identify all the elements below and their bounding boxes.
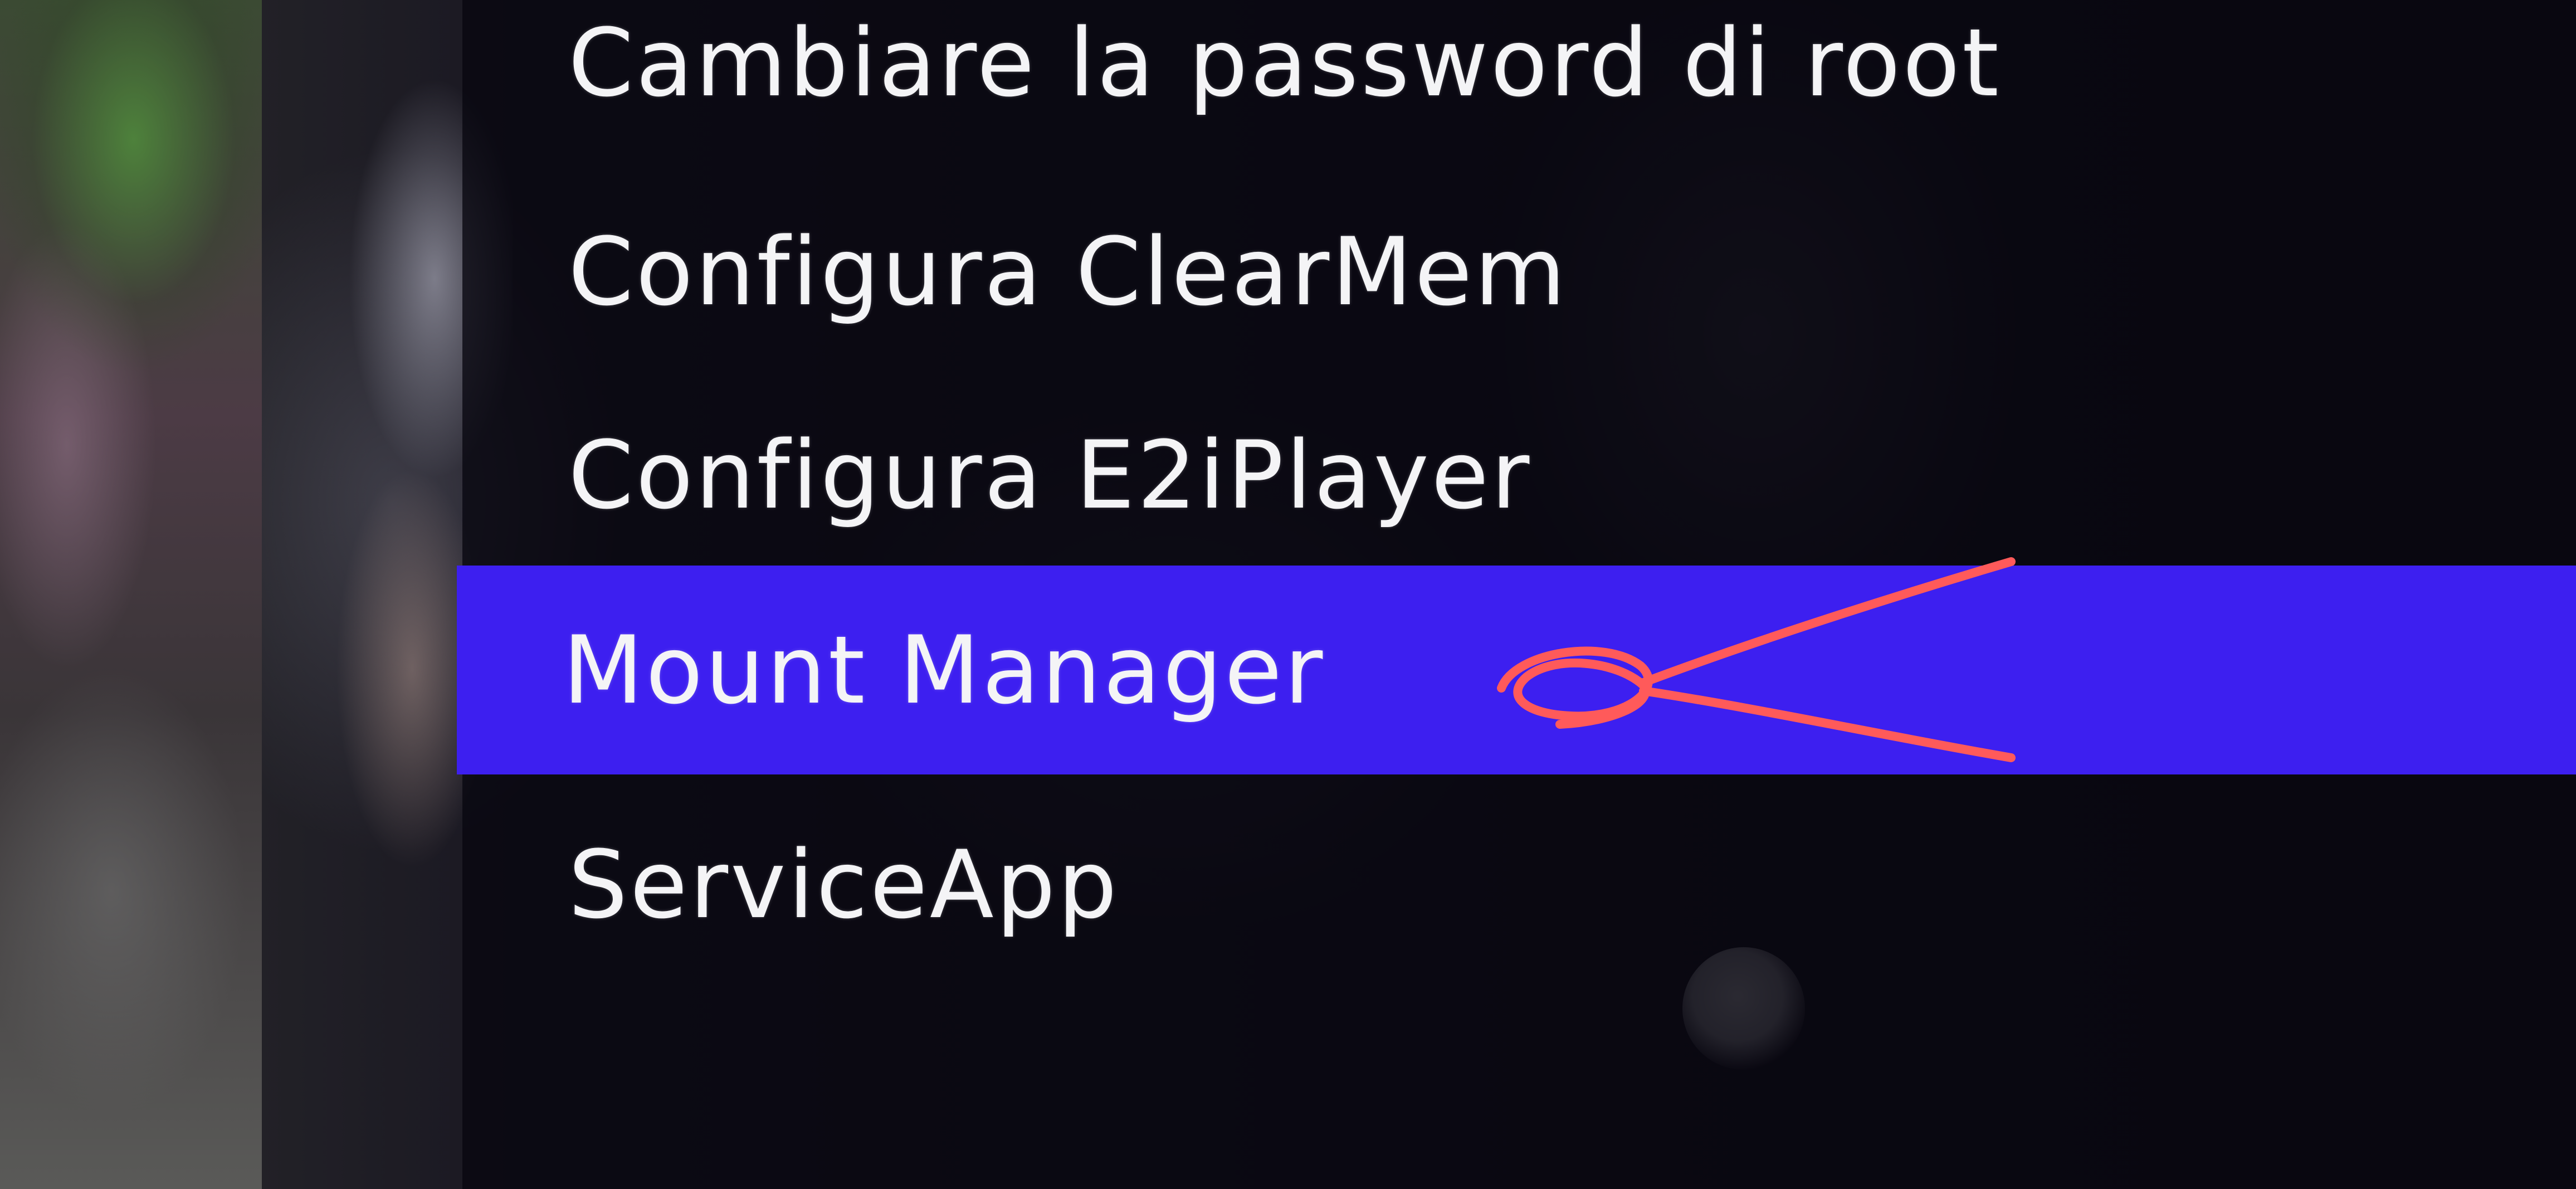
menu-item-serviceapp[interactable]: ServiceApp (462, 780, 2576, 989)
tv-screen: Cambiare la password di root Configura C… (0, 0, 2576, 1189)
menu-item-label: Configura ClearMem (568, 217, 1568, 327)
menu-item-label: ServiceApp (568, 830, 1120, 939)
menu-item-label: Mount Manager (563, 615, 1325, 725)
menu-panel: Cambiare la password di root Configura C… (457, 0, 2576, 1189)
menu-item-configure-clearmem[interactable]: Configura ClearMem (462, 167, 2576, 376)
menu-item-configure-e2iplayer[interactable]: Configura E2iPlayer (462, 371, 2576, 579)
menu-item-change-root-password[interactable]: Cambiare la password di root (462, 0, 2576, 167)
menu-item-label: Configura E2iPlayer (568, 420, 1532, 530)
menu-item-mount-manager[interactable]: Mount Manager (457, 566, 2576, 774)
menu-item-label: Cambiare la password di root (568, 8, 2001, 118)
background-foliage (0, 0, 262, 1189)
